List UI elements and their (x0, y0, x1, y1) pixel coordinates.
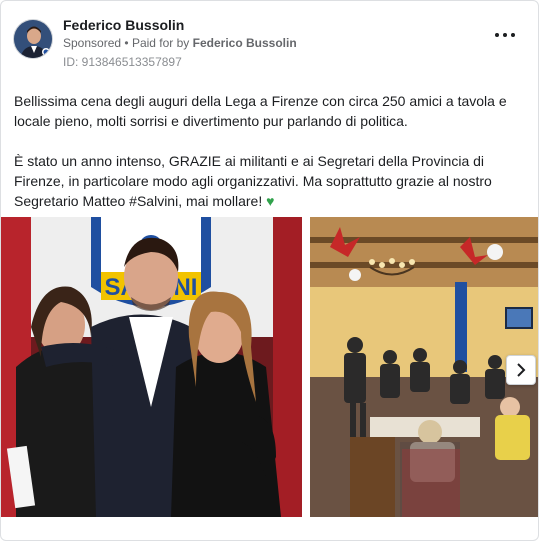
post-paragraph-2-text: È stato un anno intenso, GRAZIE ai milit… (14, 153, 492, 209)
separator-dot: • (124, 36, 129, 50)
avatar[interactable] (13, 19, 53, 59)
page-name[interactable]: Federico Bussolin (63, 17, 184, 33)
green-heart-icon: ♥ (266, 193, 275, 209)
carousel-photo-1[interactable]: SALVINI (1, 217, 302, 517)
media-carousel[interactable]: SALVINI (1, 217, 538, 517)
post-body: Bellissima cena degli auguri della Lega … (14, 91, 529, 231)
sponsor-line: Sponsored • Paid for by Federico Bussoli… (63, 36, 297, 50)
ad-header: Federico Bussolin Sponsored • Paid for b… (13, 15, 526, 75)
post-paragraph-1: Bellissima cena degli auguri della Lega … (14, 93, 507, 129)
ad-card: Federico Bussolin Sponsored • Paid for b… (0, 0, 539, 541)
ad-id: ID: 913846513357897 (63, 55, 182, 69)
sponsored-label: Sponsored (63, 36, 122, 50)
avatar-image (14, 20, 52, 58)
more-options-icon[interactable] (494, 29, 516, 41)
chevron-right-icon[interactable] (506, 355, 536, 385)
post-paragraph-2: È stato un anno intenso, GRAZIE ai milit… (14, 151, 529, 211)
group-photo-image: SALVINI (1, 217, 302, 517)
carousel-photo-2[interactable] (310, 217, 538, 517)
paid-for-label: Paid for by (131, 36, 190, 50)
paid-by-name[interactable]: Federico Bussolin (193, 36, 297, 50)
restaurant-photo-image (310, 217, 538, 517)
